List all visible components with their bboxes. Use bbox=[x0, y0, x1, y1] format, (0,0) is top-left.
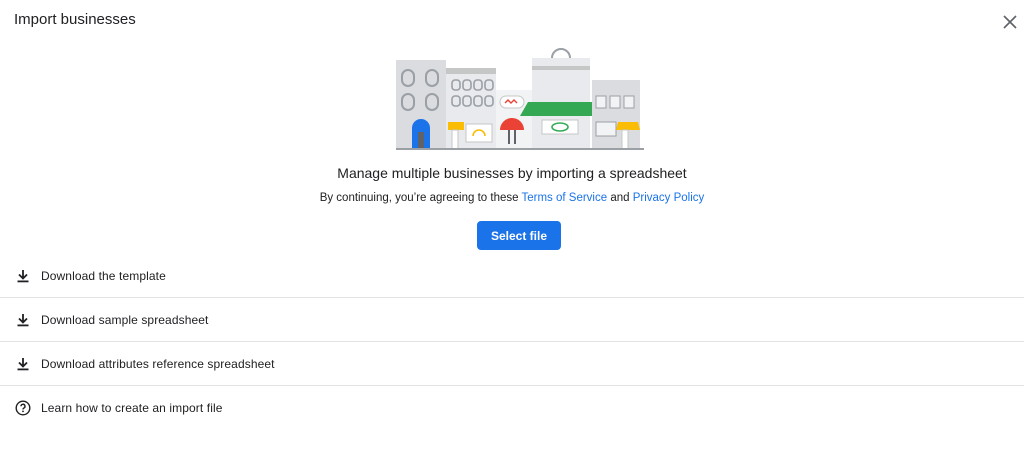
consent-and: and bbox=[607, 192, 633, 204]
learn-import-file-item[interactable]: Learn how to create an import file bbox=[0, 386, 1024, 430]
action-label: Download attributes reference spreadshee… bbox=[41, 356, 275, 371]
select-file-button[interactable]: Select file bbox=[477, 221, 561, 250]
download-icon bbox=[14, 355, 32, 373]
download-icon bbox=[14, 267, 32, 285]
terms-of-service-link[interactable]: Terms of Service bbox=[522, 192, 608, 204]
download-icon bbox=[14, 311, 32, 329]
download-attributes-reference-item[interactable]: Download attributes reference spreadshee… bbox=[0, 342, 1024, 386]
action-label: Learn how to create an import file bbox=[41, 401, 223, 415]
download-sample-spreadsheet-item[interactable]: Download sample spreadsheet bbox=[0, 298, 1024, 342]
dialog-title: Import businesses bbox=[14, 11, 136, 28]
close-button[interactable] bbox=[1000, 12, 1020, 32]
consent-prefix: By continuing, you’re agreeing to these bbox=[319, 192, 522, 204]
action-label: Download the template bbox=[41, 268, 166, 283]
download-template-item[interactable]: Download the template bbox=[0, 254, 1024, 298]
storefront-illustration bbox=[396, 48, 644, 150]
help-circle-icon bbox=[14, 399, 32, 417]
headline: Manage multiple businesses by importing … bbox=[337, 165, 687, 181]
consent-text: By continuing, you’re agreeing to these … bbox=[0, 192, 1024, 204]
action-list: Download the template Download sample sp… bbox=[0, 254, 1024, 430]
close-icon bbox=[1003, 15, 1017, 29]
privacy-policy-link[interactable]: Privacy Policy bbox=[633, 192, 705, 204]
action-label: Download sample spreadsheet bbox=[41, 312, 209, 327]
